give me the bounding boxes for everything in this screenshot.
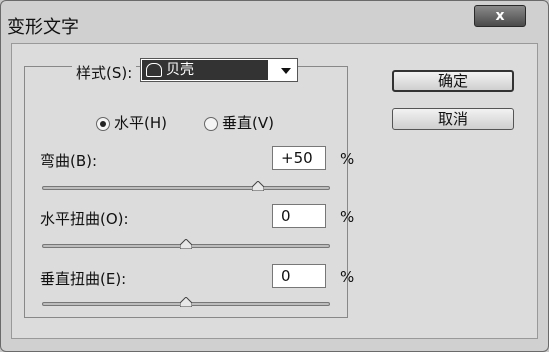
radio-horizontal-label: 水平(H) (114, 114, 167, 132)
bend-input[interactable]: +50 (272, 146, 326, 170)
vertical-distortion-input[interactable]: 0 (272, 264, 326, 288)
style-selected-value: 贝壳 (142, 60, 268, 80)
ok-button[interactable]: 确定 (392, 70, 514, 92)
vertical-distortion-label: 垂直扭曲(E): (40, 270, 127, 288)
horizontal-distortion-slider[interactable] (42, 239, 330, 249)
radio-horizontal[interactable]: 水平(H) (96, 112, 167, 133)
horizontal-distortion-label: 水平扭曲(O): (40, 210, 129, 228)
style-label: 样式(S): (72, 62, 137, 83)
shell-icon (146, 63, 162, 77)
bend-label: 弯曲(B): (40, 152, 98, 170)
horizontal-distortion-input[interactable]: 0 (272, 204, 326, 228)
horizontal-distortion-slider-thumb[interactable] (180, 239, 192, 249)
vertical-distortion-slider-thumb[interactable] (180, 297, 192, 307)
dialog-title: 变形文字 (7, 17, 79, 38)
title-bar[interactable]: 变形文字 x (1, 1, 548, 43)
vertical-distortion-slider[interactable] (42, 297, 330, 307)
style-selected-label: 贝壳 (166, 62, 194, 78)
vertical-distortion-unit: % (340, 268, 355, 286)
style-dropdown[interactable]: 贝壳 (140, 58, 298, 82)
chevron-down-icon[interactable] (281, 68, 291, 74)
bend-unit: % (340, 150, 355, 168)
radio-vertical[interactable]: 垂直(V) (204, 112, 274, 133)
radio-vertical-indicator[interactable] (204, 116, 218, 131)
cancel-button[interactable]: 取消 (392, 108, 514, 130)
radio-vertical-label: 垂直(V) (222, 114, 274, 132)
close-icon: x (495, 8, 505, 24)
bend-slider-thumb[interactable] (251, 181, 264, 191)
radio-horizontal-indicator[interactable] (96, 116, 110, 131)
bend-slider[interactable] (42, 181, 330, 191)
close-button[interactable]: x (474, 5, 526, 27)
horizontal-distortion-unit: % (340, 208, 355, 226)
